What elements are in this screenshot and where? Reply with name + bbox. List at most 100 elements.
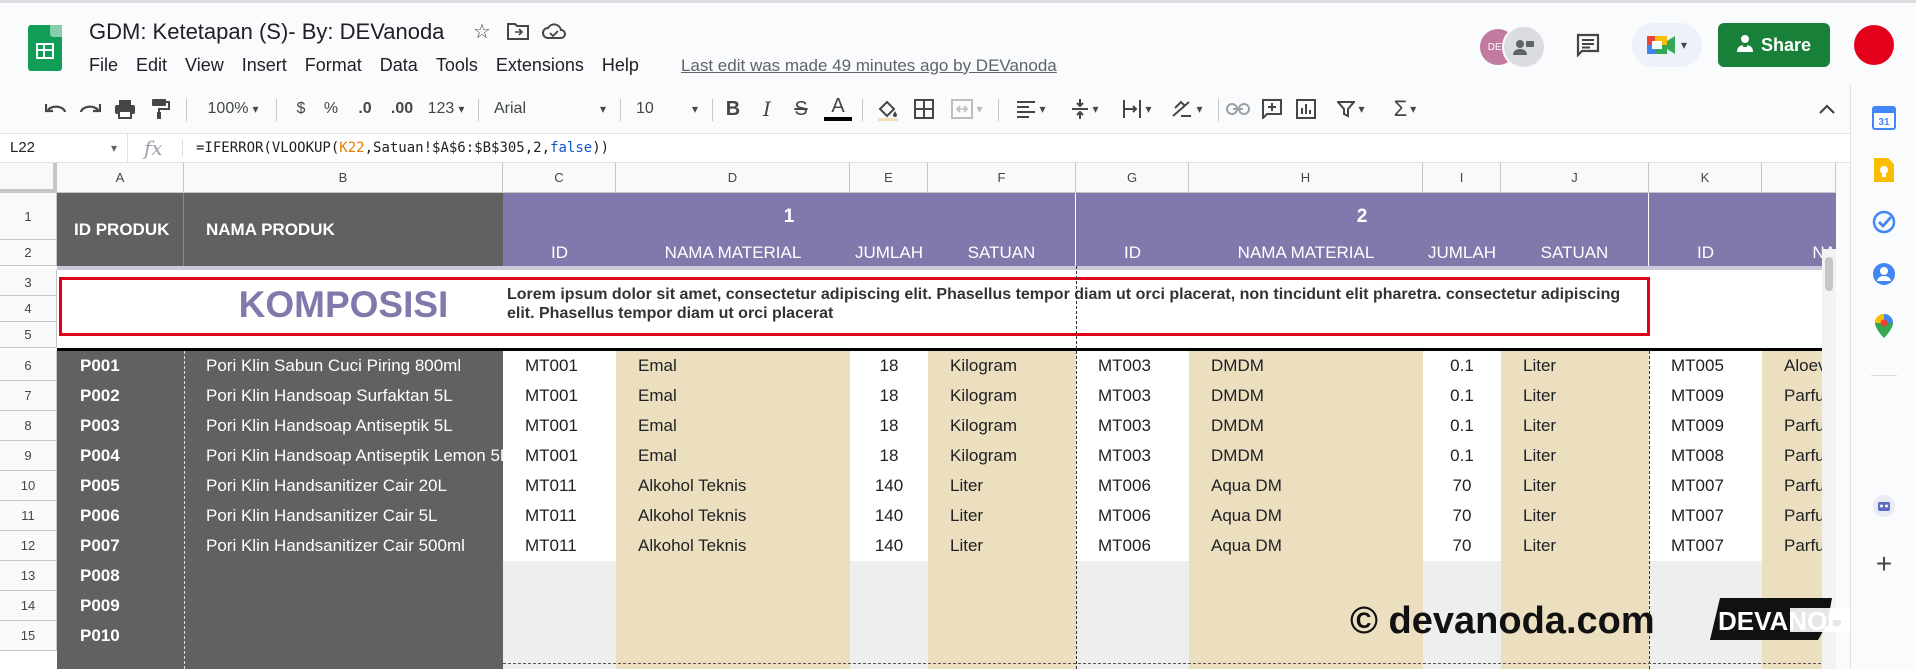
cell-satuan[interactable]: Liter xyxy=(928,471,1076,501)
font-size-select[interactable]: 10 xyxy=(632,95,702,123)
cell-id-produk[interactable]: P009 xyxy=(57,591,184,621)
cell-material-id[interactable]: MT009 xyxy=(1649,381,1762,411)
cell-material-id[interactable]: MT006 xyxy=(1076,501,1189,531)
text-wrapping-icon[interactable]: ▾ xyxy=(1116,95,1158,123)
subheader-id[interactable]: ID xyxy=(1076,240,1189,266)
cell-material-id[interactable]: MT007 xyxy=(1649,471,1762,501)
bold-button[interactable]: B xyxy=(720,95,746,123)
cell-jumlah[interactable]: 18 xyxy=(850,381,928,411)
col-header-e[interactable]: E xyxy=(850,163,928,193)
name-box[interactable]: L22 xyxy=(0,134,128,162)
cell-nama-produk[interactable]: Pori Klin Handsoap Antiseptik Lemon 5L xyxy=(184,441,503,471)
get-add-ons-icon[interactable]: + xyxy=(1871,548,1897,579)
cell-material-name[interactable]: Aqua DM xyxy=(1189,471,1423,501)
col-header-l[interactable] xyxy=(1762,163,1836,193)
cell-material-name[interactable]: Alkohol Teknis xyxy=(616,501,850,531)
cell-jumlah[interactable]: 0.1 xyxy=(1423,441,1501,471)
cell-material-name[interactable]: DMDM xyxy=(1189,351,1423,381)
subheader-id[interactable]: ID xyxy=(503,240,616,266)
borders-icon[interactable] xyxy=(910,95,938,123)
cell-material-id[interactable]: MT003 xyxy=(1076,351,1189,381)
cell-material-name[interactable]: Emal xyxy=(616,351,850,381)
comment-history-icon[interactable] xyxy=(1572,29,1604,61)
cell-material-name[interactable]: Aqua DM xyxy=(1189,531,1423,561)
subheader-satuan[interactable]: SATUAN xyxy=(928,240,1076,266)
subheader-satuan[interactable]: SATUAN xyxy=(1501,240,1649,266)
cell-id-produk[interactable]: P002 xyxy=(57,381,184,411)
insert-comment-icon[interactable] xyxy=(1258,95,1286,123)
cell-jumlah[interactable]: 18 xyxy=(850,351,928,381)
star-icon[interactable]: ☆ xyxy=(470,19,494,43)
col-header-d[interactable]: D xyxy=(616,163,850,193)
horizontal-align-icon[interactable]: ▾ xyxy=(1010,95,1052,123)
cloud-status-icon[interactable] xyxy=(542,19,566,43)
row-header-2[interactable]: 2 xyxy=(0,240,57,266)
cell-material-name[interactable]: Alkohol Teknis xyxy=(616,531,850,561)
header-id-produk[interactable]: ID PRODUK xyxy=(57,193,184,266)
cell-material-id[interactable]: MT003 xyxy=(1076,381,1189,411)
header-nama-produk[interactable]: NAMA PRODUK xyxy=(184,193,503,266)
cell-jumlah[interactable]: 18 xyxy=(850,441,928,471)
contacts-icon[interactable] xyxy=(1871,261,1897,287)
cell-satuan[interactable]: Liter xyxy=(1501,351,1649,381)
insert-link-icon[interactable] xyxy=(1224,95,1252,123)
cell-satuan[interactable]: Kilogram xyxy=(928,351,1076,381)
cell-satuan[interactable]: Liter xyxy=(928,501,1076,531)
fill-color-icon[interactable] xyxy=(874,95,902,123)
cell-material-name[interactable]: DMDM xyxy=(1189,411,1423,441)
row-header-4[interactable]: 4 xyxy=(0,296,57,322)
cell-id-produk[interactable]: P006 xyxy=(57,501,184,531)
cell-material-id[interactable]: MT003 xyxy=(1076,441,1189,471)
share-button[interactable]: Share xyxy=(1718,23,1830,67)
currency-format-button[interactable]: $ xyxy=(290,95,312,123)
col-header-f[interactable]: F xyxy=(928,163,1076,193)
increase-decimal-button[interactable]: .00 xyxy=(386,95,418,123)
keep-icon[interactable] xyxy=(1871,157,1897,183)
cell-satuan[interactable]: Kilogram xyxy=(928,411,1076,441)
header-group-1[interactable]: 1 xyxy=(503,193,1076,240)
cell-jumlah[interactable]: 0.1 xyxy=(1423,351,1501,381)
menu-view[interactable]: View xyxy=(185,55,224,76)
tasks-icon[interactable] xyxy=(1871,209,1897,235)
subheader-nama-material[interactable]: NAMA MATERIAL xyxy=(616,240,850,266)
undo-icon[interactable] xyxy=(42,95,70,123)
menu-insert[interactable]: Insert xyxy=(242,55,287,76)
cell-nama-produk[interactable]: Pori Klin Sabun Cuci Piring 800ml xyxy=(184,351,503,381)
cell-id-produk[interactable]: P001 xyxy=(57,351,184,381)
col-header-b[interactable]: B xyxy=(184,163,503,193)
col-header-i[interactable]: I xyxy=(1423,163,1501,193)
vertical-align-icon[interactable]: ▾ xyxy=(1064,95,1106,123)
more-formats-select[interactable]: 123 xyxy=(424,95,468,123)
calendar-icon[interactable]: 31 xyxy=(1871,105,1897,131)
zoom-select[interactable]: 100% xyxy=(198,95,268,123)
redo-icon[interactable] xyxy=(76,95,104,123)
cell-material-name[interactable]: Emal xyxy=(616,411,850,441)
cell-material-id[interactable]: MT005 xyxy=(1649,351,1762,381)
cell-id-produk[interactable]: P007 xyxy=(57,531,184,561)
anonymous-viewer-icon[interactable] xyxy=(1502,25,1546,69)
cell-jumlah[interactable]: 140 xyxy=(850,471,928,501)
cell-material-id[interactable]: MT001 xyxy=(503,381,616,411)
col-header-h[interactable]: H xyxy=(1189,163,1423,193)
percent-format-button[interactable]: % xyxy=(320,95,342,123)
cell-jumlah[interactable]: 0.1 xyxy=(1423,411,1501,441)
maps-icon[interactable] xyxy=(1871,313,1897,339)
collapse-menus-icon[interactable] xyxy=(1814,95,1840,123)
cell-material-id[interactable]: MT006 xyxy=(1076,471,1189,501)
cell-id-produk[interactable]: P003 xyxy=(57,411,184,441)
subheader-jumlah[interactable]: JUMLAH xyxy=(850,240,928,266)
cell-id-produk[interactable]: P004 xyxy=(57,441,184,471)
font-family-select[interactable]: Arial xyxy=(490,95,610,123)
row-header-3[interactable]: 3 xyxy=(0,270,57,296)
menu-edit[interactable]: Edit xyxy=(136,55,167,76)
cell-material-name[interactable]: Emal xyxy=(616,441,850,471)
last-edit-link[interactable]: Last edit was made 49 minutes ago by DEV… xyxy=(681,56,1057,76)
sheets-logo-icon[interactable] xyxy=(28,25,62,71)
subheader-nama-material[interactable]: NAMA MATERIAL xyxy=(1189,240,1423,266)
cell-material-id[interactable]: MT001 xyxy=(503,441,616,471)
cell-satuan[interactable]: Liter xyxy=(1501,381,1649,411)
cell-material-name[interactable]: Aqua DM xyxy=(1189,501,1423,531)
strikethrough-button[interactable]: S xyxy=(788,95,814,123)
header-group-3[interactable] xyxy=(1649,193,1836,240)
menu-tools[interactable]: Tools xyxy=(436,55,478,76)
